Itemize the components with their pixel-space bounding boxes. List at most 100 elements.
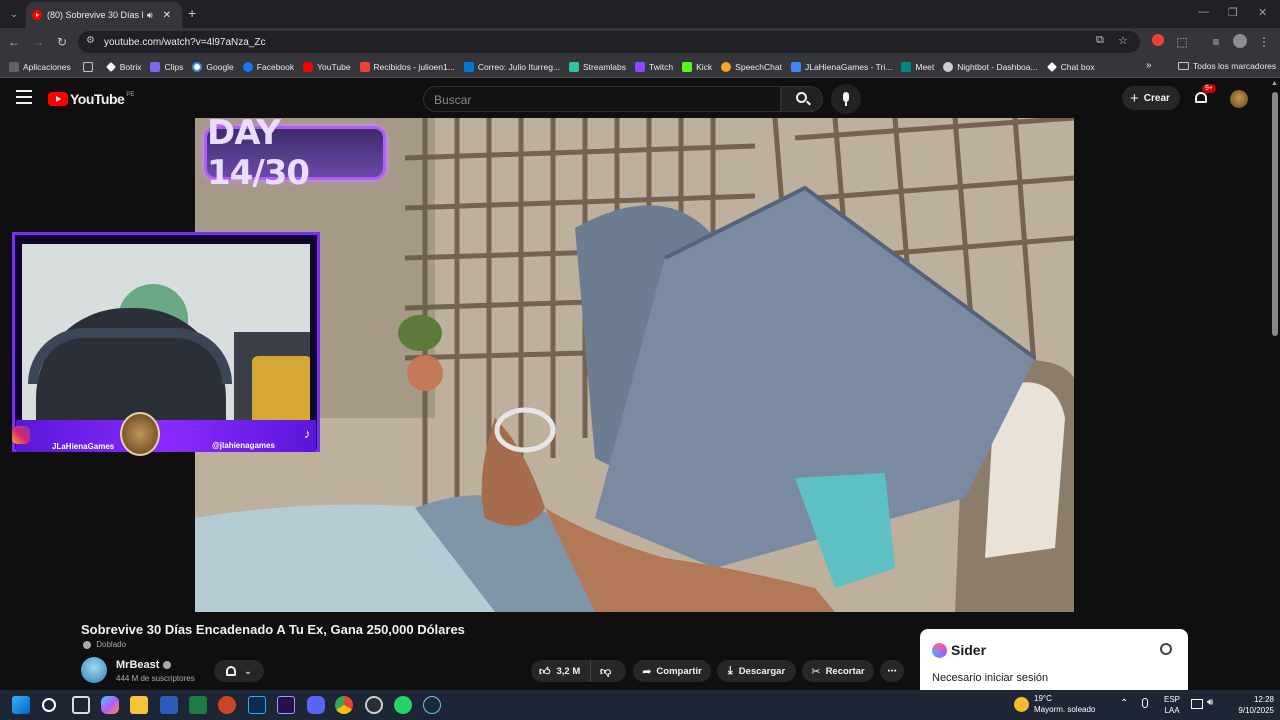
profile-avatar-icon[interactable]	[1232, 34, 1248, 50]
url-text: youtube.com/watch?v=4l97aNza_Zc	[104, 36, 266, 48]
bookmark-item[interactable]: Twitch	[635, 61, 673, 72]
tray-mic-icon[interactable]	[1142, 698, 1148, 708]
bookmark-item[interactable]: Facebook	[242, 61, 294, 72]
bookmark-item[interactable]: Aplicaciones	[9, 61, 71, 72]
all-bookmarks-folder[interactable]: Todos los marcadores	[1178, 61, 1276, 71]
site-info-icon[interactable]: ⚙	[86, 35, 95, 46]
sider-settings-icon[interactable]	[1160, 643, 1172, 655]
apps-grid-icon	[9, 61, 19, 72]
back-icon[interactable]: ←	[6, 34, 22, 50]
whatsapp-icon[interactable]	[394, 696, 412, 714]
steam-icon[interactable]	[423, 696, 441, 714]
browser-menu-icon[interactable]: ⋮	[1256, 34, 1272, 50]
tiktok-icon: ♪	[304, 426, 311, 441]
premiere-icon[interactable]	[277, 696, 295, 714]
like-dislike-group: 👍︎ 3,2 M 👎︎	[531, 660, 626, 682]
search-icon[interactable]	[42, 698, 56, 712]
bookmark-item[interactable]: SpeechChat	[721, 61, 782, 72]
bookmark-item[interactable]: Correo: Julio Iturreg...	[463, 61, 560, 72]
account-avatar[interactable]	[1230, 90, 1248, 108]
copilot-icon[interactable]	[101, 696, 119, 714]
tray-chevron-up-icon[interactable]: ⌃	[1120, 698, 1128, 709]
scrollbar-thumb[interactable]	[1272, 92, 1278, 336]
bookmark-item[interactable]: Recibidos - julioen1...	[359, 61, 455, 72]
share-button[interactable]: ➦ Compartir	[633, 660, 711, 682]
language-indicator[interactable]: ESP LAA	[1164, 694, 1180, 716]
bookmark-item[interactable]: Google	[192, 61, 234, 72]
streamlabs-icon	[569, 61, 580, 72]
minimize-window-icon[interactable]: —	[1198, 6, 1209, 18]
extension-icon[interactable]	[1150, 34, 1166, 50]
sider-logo-icon	[932, 643, 947, 658]
bookmark-item[interactable]: Nightbot - Dashboa...	[943, 61, 1038, 72]
bookmark-item[interactable]: Botrix	[105, 62, 141, 72]
voice-search-button[interactable]	[831, 84, 861, 114]
clip-button[interactable]: ✂ Recortar	[802, 660, 874, 682]
download-button[interactable]: ⤓ Descargar	[717, 660, 796, 682]
bookmark-item[interactable]: JLaHienaGames - Tri...	[790, 61, 892, 72]
video-player[interactable]: DAY 14/30	[195, 118, 1074, 612]
microphone-icon	[843, 92, 849, 102]
weather-icon[interactable]	[1014, 697, 1029, 712]
bookmark-star-icon[interactable]: ☆	[1118, 34, 1128, 47]
folder-icon	[1178, 62, 1189, 70]
address-bar[interactable]: ⚙ youtube.com/watch?v=4l97aNza_Zc ⧉ ☆	[78, 31, 1140, 53]
install-app-icon[interactable]: ⧉	[1096, 34, 1104, 47]
search-button[interactable]	[781, 86, 823, 112]
like-button[interactable]: 👍︎ 3,2 M	[531, 660, 591, 682]
discord-icon[interactable]	[307, 696, 325, 714]
clock[interactable]: 12:28 9/10/2025	[1226, 694, 1274, 716]
subscription-bell-button[interactable]: ⌄	[214, 660, 264, 682]
weather-desc: Mayorm. soleado	[1034, 705, 1096, 714]
extensions-puzzle-icon[interactable]: ⬚	[1174, 34, 1190, 50]
clock-time: 12:28	[1253, 695, 1274, 704]
chrome-icon[interactable]	[335, 696, 353, 714]
chatbox-icon	[1046, 61, 1057, 72]
chevron-down-icon: ⌄	[244, 665, 252, 676]
video-title: Sobrevive 30 Días Encadenado A Tu Ex, Ga…	[81, 622, 465, 637]
forward-icon[interactable]: →	[30, 34, 46, 50]
tab-search-button[interactable]: ⌄	[6, 6, 22, 22]
bookmark-item[interactable]: Chat box	[1046, 61, 1095, 72]
network-icon[interactable]	[1191, 699, 1203, 709]
close-window-icon[interactable]: ✕	[1258, 6, 1267, 19]
photoshop-icon[interactable]	[248, 696, 266, 714]
speaker-icon[interactable]: 🔊︎	[147, 10, 153, 21]
task-view-icon[interactable]	[72, 696, 90, 714]
bookmark-item[interactable]: Meet	[901, 61, 934, 72]
new-tab-button[interactable]: +	[188, 5, 196, 21]
download-icon: ⤓	[727, 664, 733, 677]
restore-window-icon[interactable]: ❐	[1228, 6, 1238, 19]
powerpoint-icon[interactable]	[218, 696, 236, 714]
notifications-button[interactable]: 9+	[1193, 84, 1216, 106]
youtube-logo[interactable]: YouTube PE	[48, 91, 134, 107]
word-icon[interactable]	[160, 696, 178, 714]
obs-icon[interactable]	[365, 696, 383, 714]
reading-list-icon[interactable]: ≡	[1208, 34, 1224, 50]
hamburger-menu-icon[interactable]	[16, 90, 32, 104]
volume-icon[interactable]: 🔊︎	[1207, 697, 1213, 708]
dislike-button[interactable]: 👎︎	[591, 665, 611, 678]
more-bookmarks-icon[interactable]: »	[1146, 60, 1152, 71]
browser-tab-active[interactable]: (80) Sobrevive 30 Días Encade 🔊︎ ✕	[26, 2, 182, 28]
create-button[interactable]: + Crear	[1122, 86, 1180, 110]
channel-name[interactable]: MrBeast	[116, 659, 172, 671]
file-explorer-icon[interactable]	[130, 696, 148, 714]
bookmark-item[interactable]: Kick	[682, 61, 712, 72]
more-actions-button[interactable]: ⋯	[880, 660, 904, 682]
excel-icon[interactable]	[189, 696, 207, 714]
reload-icon[interactable]: ↻	[54, 34, 70, 50]
browser-tab-strip: ⌄ (80) Sobrevive 30 Días Encade 🔊︎ ✕ + —…	[0, 0, 1280, 28]
bookmark-item[interactable]: Streamlabs	[569, 61, 626, 72]
windows-start-icon[interactable]	[12, 696, 30, 714]
page-scrollbar[interactable]: ▲	[1270, 78, 1280, 690]
share-icon: ➦	[642, 665, 652, 678]
bookmark-item[interactable]: Clips	[150, 61, 183, 72]
close-tab-icon[interactable]: ✕	[163, 10, 171, 21]
bookmark-item[interactable]: YouTube	[303, 61, 351, 72]
scroll-up-arrow[interactable]: ▲	[1271, 80, 1278, 87]
streamer-name: JLaHienaGames	[52, 442, 115, 451]
bookmark-item[interactable]	[82, 61, 97, 72]
channel-avatar[interactable]	[81, 657, 107, 683]
search-input[interactable]: Buscar	[423, 86, 781, 112]
